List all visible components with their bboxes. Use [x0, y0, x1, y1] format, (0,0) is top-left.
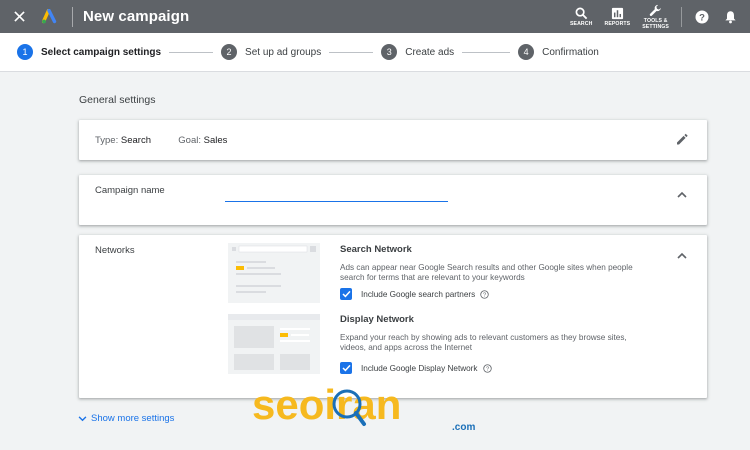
- step-connector: [329, 51, 374, 53]
- type-label: Type:: [95, 135, 119, 146]
- display-network-checkbox[interactable]: [340, 362, 352, 374]
- checkmark-icon: [341, 364, 351, 372]
- watermark-text: seoiran: [252, 381, 401, 428]
- campaign-name-input[interactable]: [225, 190, 448, 202]
- networks-label: Networks: [95, 245, 135, 256]
- search-tool-label: SEARCH: [569, 20, 593, 27]
- collapse-networks-button[interactable]: [677, 246, 687, 264]
- step-create-ads[interactable]: 3 Create ads: [381, 44, 454, 60]
- help-icon: ?: [695, 10, 709, 23]
- help-circle-icon: ?: [482, 363, 492, 373]
- campaign-name-card: Campaign name: [79, 175, 707, 225]
- step-number: 4: [518, 44, 535, 60]
- tools-settings-button[interactable]: TOOLS & SETTINGS: [636, 0, 675, 33]
- google-ads-logo[interactable]: [38, 0, 64, 33]
- step-label: Create ads: [405, 46, 455, 58]
- seoiran-watermark: seoiran .com: [252, 378, 487, 434]
- show-more-settings-link[interactable]: Show more settings: [78, 413, 174, 424]
- reports-icon: [611, 7, 623, 19]
- help-button[interactable]: ?: [688, 0, 716, 33]
- close-button[interactable]: [0, 0, 38, 33]
- display-page-illustration: [228, 314, 320, 374]
- chevron-up-icon: [677, 191, 687, 198]
- step-connector: [169, 51, 214, 53]
- top-tools: SEARCH REPORTS TOOLS & SETTINGS ?: [564, 0, 750, 33]
- step-select-campaign-settings[interactable]: 1 Select campaign settings: [17, 44, 161, 60]
- collapse-campaign-name-button[interactable]: [677, 185, 687, 203]
- bell-icon: [724, 10, 736, 23]
- search-icon: [575, 7, 587, 19]
- search-network-illustration: [228, 243, 320, 303]
- step-number: 2: [221, 44, 238, 60]
- reports-tool-label: REPORTS: [604, 20, 631, 27]
- goal-label: Goal:: [178, 135, 201, 146]
- search-partners-option: Include Google search partners ?: [340, 288, 489, 300]
- type-goal-summary: Type: Search Goal: Sales: [95, 135, 227, 146]
- notifications-button[interactable]: [716, 0, 744, 33]
- show-more-label: Show more settings: [91, 413, 175, 424]
- tools-label-line2: SETTINGS: [642, 23, 669, 30]
- chevron-up-icon: [677, 252, 687, 259]
- tools-divider: [681, 6, 682, 27]
- svg-text:?: ?: [699, 12, 705, 23]
- close-icon: [13, 11, 25, 22]
- search-partners-help-button[interactable]: ?: [480, 289, 489, 299]
- display-network-description: Expand your reach by showing ads to rele…: [340, 333, 627, 352]
- help-circle-icon: ?: [480, 289, 489, 299]
- tools-settings-label: TOOLS & SETTINGS: [642, 18, 669, 30]
- step-set-up-ad-groups[interactable]: 2 Set up ad groups: [221, 44, 321, 60]
- checkmark-icon: [341, 290, 351, 298]
- search-tool-button[interactable]: SEARCH: [564, 0, 599, 33]
- networks-card: Networks Search Network Ads can appear n…: [79, 235, 707, 398]
- step-label: Confirmation: [542, 46, 599, 58]
- display-network-help-button[interactable]: ?: [482, 363, 492, 373]
- step-connector: [462, 51, 511, 53]
- edit-type-goal-button[interactable]: [675, 132, 689, 151]
- page-title: New campaign: [83, 8, 190, 25]
- campaign-name-label: Campaign name: [95, 185, 165, 196]
- campaign-stepper: 1 Select campaign settings 2 Set up ad g…: [0, 33, 750, 72]
- wrench-icon: [649, 4, 661, 16]
- step-confirmation[interactable]: 4 Confirmation: [518, 44, 599, 60]
- type-goal-card: Type: Search Goal: Sales: [79, 120, 707, 160]
- type-value: Search: [120, 135, 151, 146]
- chevron-down-icon: [78, 415, 87, 421]
- goal-value: Sales: [203, 135, 228, 146]
- display-network-illustration: [228, 314, 320, 374]
- search-network-title: Search Network: [340, 244, 412, 255]
- display-network-label: Include Google Display Network: [361, 363, 478, 373]
- search-partners-checkbox[interactable]: [340, 288, 352, 300]
- google-ads-logo-icon: [42, 9, 57, 24]
- watermark-suffix: .com: [452, 422, 475, 433]
- general-settings-title: General settings: [79, 94, 156, 106]
- reports-tool-button[interactable]: REPORTS: [598, 0, 636, 33]
- pencil-icon: [677, 133, 688, 145]
- title-divider: [72, 6, 73, 27]
- display-network-option: Include Google Display Network ?: [340, 362, 492, 374]
- step-label: Select campaign settings: [41, 46, 162, 58]
- seoiran-logo: seoiran .com: [252, 381, 475, 433]
- search-results-illustration: [228, 243, 320, 303]
- top-app-bar: New campaign SEARCH REPORTS TOOLS & SETTI…: [0, 0, 750, 33]
- search-network-description: Ads can appear near Google Search result…: [340, 263, 633, 282]
- search-partners-label: Include Google search partners: [361, 289, 476, 299]
- step-label: Set up ad groups: [245, 46, 322, 58]
- step-number: 3: [381, 44, 398, 60]
- step-number: 1: [17, 44, 33, 60]
- display-network-title: Display Network: [340, 314, 414, 325]
